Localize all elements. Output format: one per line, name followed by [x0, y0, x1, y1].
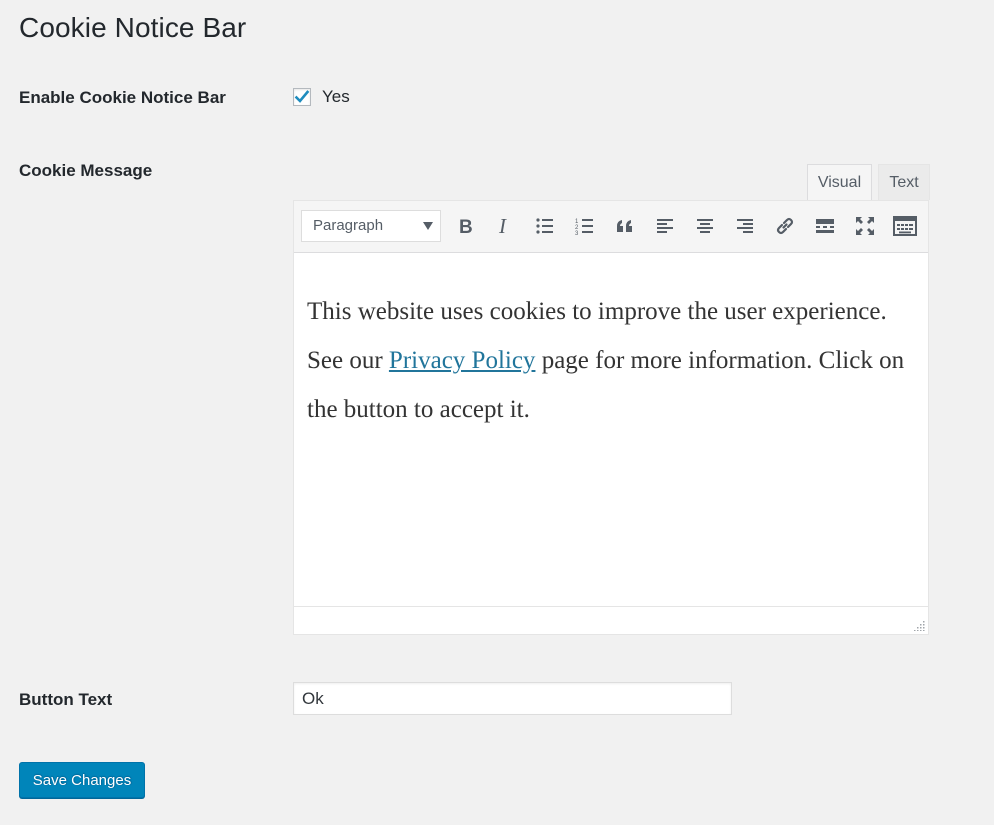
button-text-input[interactable] — [293, 682, 732, 715]
align-left-button[interactable] — [651, 212, 679, 240]
toolbar-toggle-button[interactable] — [891, 212, 919, 240]
blockquote-icon — [617, 220, 632, 232]
bullet-list-button[interactable] — [531, 212, 559, 240]
editor-toolbar: Paragraph B I 1 2 3 — [294, 201, 928, 253]
svg-text:I: I — [498, 216, 507, 236]
bold-icon: B — [459, 217, 473, 236]
read-more-icon — [816, 219, 834, 233]
numbered-list-icon: 1 2 3 — [575, 219, 593, 236]
align-center-button[interactable] — [691, 212, 719, 240]
cookie-message-label: Cookie Message — [19, 161, 153, 180]
fullscreen-icon — [856, 217, 874, 235]
enable-cookie-notice-label: Enable Cookie Notice Bar — [19, 88, 226, 107]
align-center-icon — [697, 219, 713, 233]
italic-icon: I — [498, 216, 507, 236]
enable-checkbox[interactable] — [293, 88, 311, 106]
bullet-list-icon — [536, 218, 553, 234]
tab-visual[interactable]: Visual — [807, 164, 872, 200]
align-right-button[interactable] — [731, 212, 759, 240]
align-left-icon — [657, 219, 673, 233]
privacy-policy-link[interactable]: Privacy Policy — [389, 347, 536, 374]
svg-text:3: 3 — [575, 231, 579, 236]
chevron-down-icon — [423, 222, 433, 230]
checkmark-icon — [294, 90, 310, 103]
editor-content[interactable]: This website uses cookies to improve the… — [294, 253, 928, 608]
format-select[interactable]: Paragraph — [301, 210, 441, 242]
align-right-icon — [737, 219, 753, 233]
fullscreen-button[interactable] — [851, 212, 879, 240]
button-text-label: Button Text — [19, 690, 113, 709]
cookie-message-editor: Paragraph B I 1 2 3 This website uses co… — [293, 200, 929, 635]
link-button[interactable] — [771, 212, 799, 240]
enable-checkbox-label[interactable]: Yes — [322, 87, 350, 107]
numbered-list-button[interactable]: 1 2 3 — [571, 212, 599, 240]
read-more-button[interactable] — [811, 212, 839, 240]
link-icon — [776, 217, 794, 235]
resize-handle-icon[interactable] — [913, 619, 925, 631]
save-changes-button[interactable]: Save Changes — [19, 762, 145, 798]
italic-button[interactable]: I — [491, 212, 519, 240]
enable-checkbox-group: Yes — [293, 87, 350, 107]
svg-text:B: B — [459, 217, 473, 236]
editor-statusbar — [294, 606, 928, 634]
format-select-value: Paragraph — [313, 217, 384, 234]
tab-text[interactable]: Text — [878, 164, 930, 200]
toolbar-toggle-icon — [893, 216, 917, 236]
blockquote-button[interactable] — [611, 212, 639, 240]
editor-tabs: Visual Text — [807, 164, 930, 200]
page-title: Cookie Notice Bar — [19, 12, 247, 43]
bold-button[interactable]: B — [451, 212, 479, 240]
